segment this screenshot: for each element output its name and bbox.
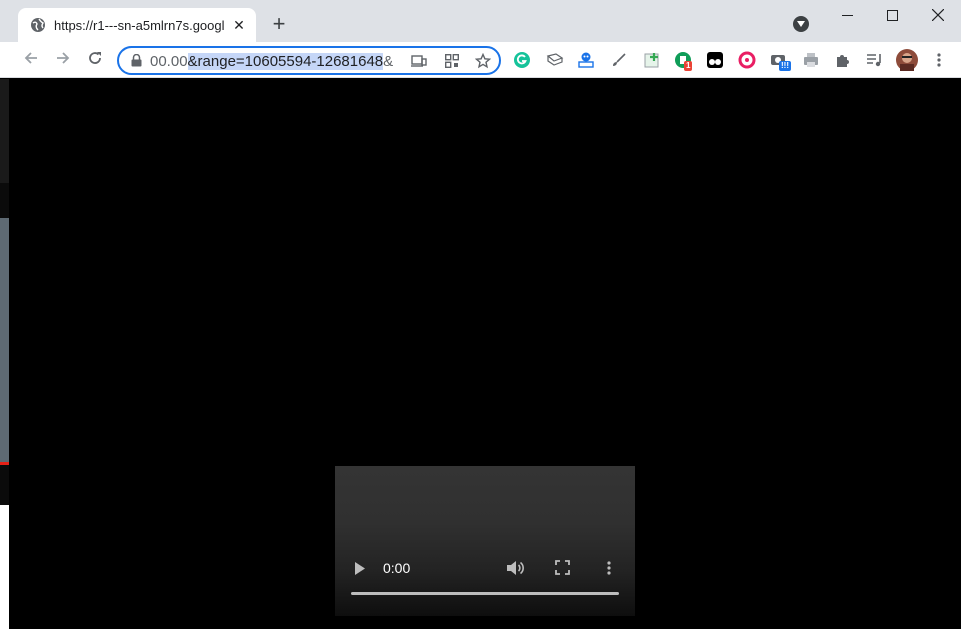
ext-brush-icon[interactable] bbox=[610, 51, 628, 69]
tab-close-icon[interactable]: ✕ bbox=[230, 16, 248, 34]
media-control-icon[interactable] bbox=[866, 51, 884, 69]
new-tab-button[interactable]: + bbox=[268, 13, 290, 35]
arrow-left-icon bbox=[23, 50, 39, 71]
fullscreen-icon[interactable] bbox=[555, 560, 570, 580]
background-window-edge-image bbox=[0, 218, 9, 463]
browser-tab[interactable]: https://r1---sn-a5mlrn7s.googl ✕ bbox=[18, 8, 256, 42]
lock-icon[interactable] bbox=[131, 53, 142, 72]
grammarly-icon[interactable] bbox=[513, 51, 531, 69]
ext-book-icon[interactable] bbox=[546, 51, 564, 69]
ext-green-icon[interactable]: 1 bbox=[674, 51, 693, 71]
video-player[interactable]: 0:00 bbox=[335, 466, 635, 616]
url-tail: & bbox=[383, 53, 394, 70]
qr-code-icon[interactable] bbox=[444, 53, 460, 69]
close-window-button[interactable] bbox=[915, 0, 961, 30]
avatar[interactable] bbox=[896, 49, 918, 71]
back-button[interactable] bbox=[19, 48, 43, 72]
extensions-puzzle-icon[interactable] bbox=[834, 51, 852, 69]
title-bar: https://r1---sn-a5mlrn7s.googl ✕ + bbox=[0, 0, 961, 42]
url-plain: 00.00 bbox=[150, 53, 188, 70]
url-text[interactable]: 00.00&range=10605594-12681648& bbox=[150, 53, 400, 70]
cast-icon[interactable] bbox=[411, 53, 427, 69]
tampermonkey-icon[interactable] bbox=[706, 51, 724, 69]
video-current-time: 0:00 bbox=[383, 560, 411, 576]
volume-icon[interactable] bbox=[506, 559, 524, 582]
minimize-button[interactable] bbox=[824, 0, 870, 30]
arrow-right-icon bbox=[55, 50, 71, 71]
extension-badge: 1 bbox=[684, 61, 693, 71]
tab-title: https://r1---sn-a5mlrn7s.googl bbox=[54, 17, 225, 33]
reload-icon bbox=[87, 50, 103, 71]
ext-plus-icon[interactable] bbox=[643, 51, 661, 69]
ext-ring-icon[interactable] bbox=[738, 51, 756, 69]
forward-button[interactable] bbox=[51, 48, 75, 72]
video-seek-bar[interactable] bbox=[351, 592, 619, 595]
chrome-menu-icon[interactable] bbox=[930, 51, 948, 69]
tab-search-icon[interactable] bbox=[793, 16, 809, 32]
maximize-button[interactable] bbox=[869, 0, 915, 30]
url-selection: &range=10605594-12681648 bbox=[187, 53, 384, 70]
browser-toolbar: 00.00&range=10605594-12681648& 1 !!! bbox=[0, 42, 961, 78]
address-bar[interactable]: 00.00&range=10605594-12681648& bbox=[117, 46, 501, 75]
ext-camera-icon[interactable]: !!! bbox=[770, 51, 791, 71]
globe-icon bbox=[30, 17, 46, 33]
bookmark-star-icon[interactable] bbox=[475, 53, 491, 69]
background-window-edge-dark bbox=[0, 79, 9, 183]
ext-printer-icon[interactable] bbox=[802, 51, 820, 69]
reload-button[interactable] bbox=[83, 48, 107, 72]
video-more-options-icon[interactable] bbox=[607, 560, 611, 581]
background-window-edge-red-line bbox=[0, 462, 9, 465]
extension-badge: !!! bbox=[779, 61, 791, 71]
ext-robot-icon[interactable] bbox=[577, 51, 595, 69]
play-icon[interactable] bbox=[353, 560, 367, 576]
background-window-edge-white bbox=[0, 505, 9, 629]
